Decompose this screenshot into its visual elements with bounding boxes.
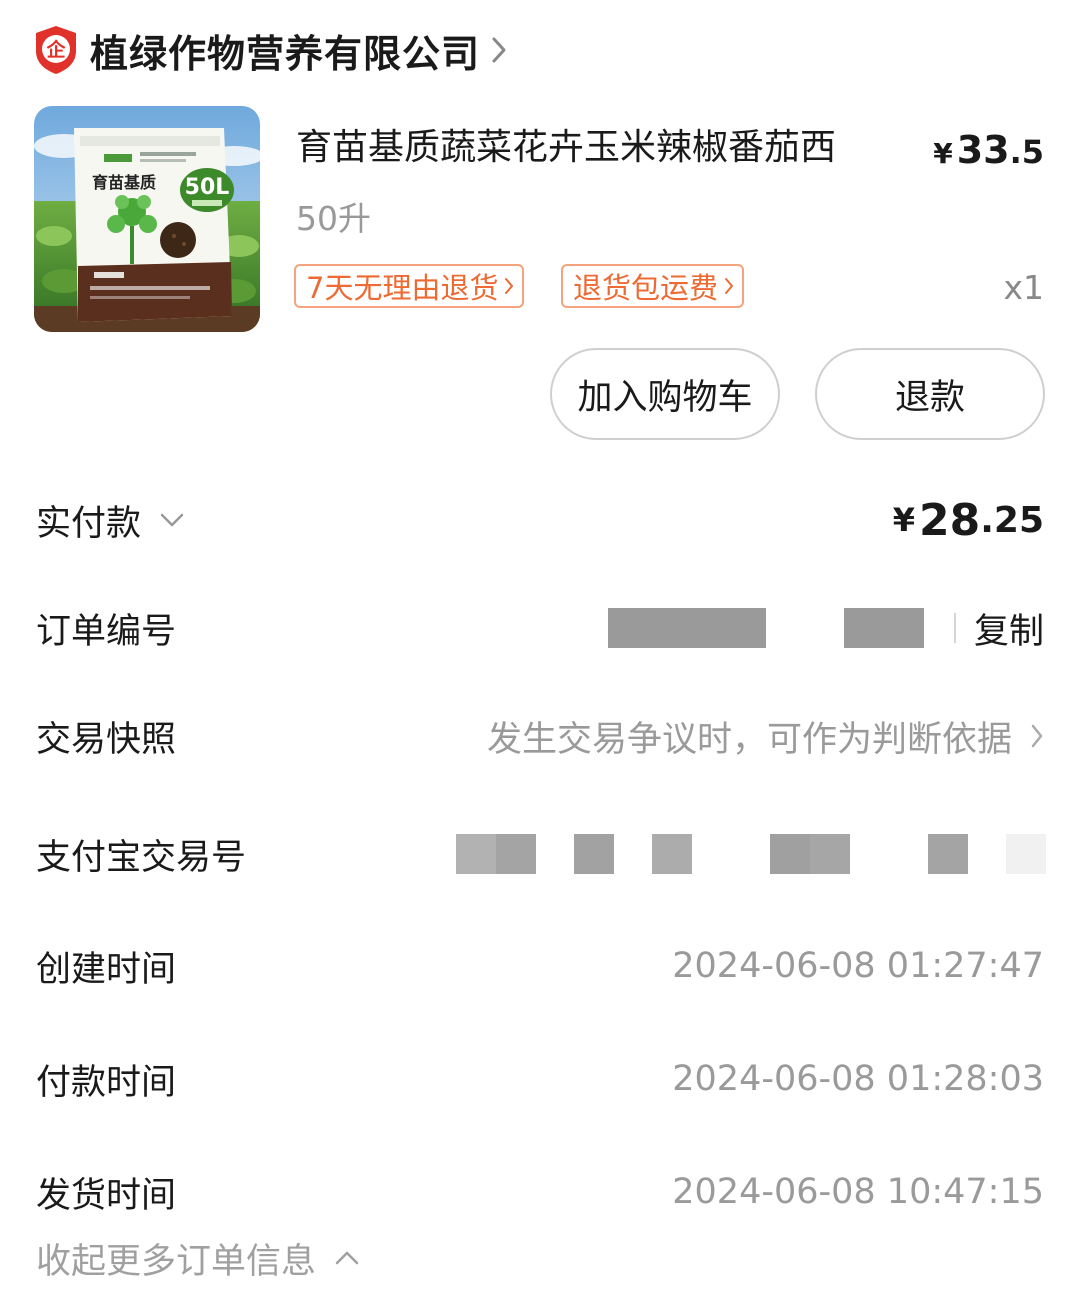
chevron-right-icon xyxy=(725,278,734,294)
product-price: ¥33.5 xyxy=(933,128,1044,172)
shipped-label: 发货时间 xyxy=(36,1175,177,1216)
tag-label: 7天无理由退货 xyxy=(306,271,499,305)
product-quantity: x1 xyxy=(1003,268,1044,307)
snapshot-label: 交易快照 xyxy=(36,719,177,760)
paid-time-label: 付款时间 xyxy=(36,1062,177,1103)
tag-label: 退货包运费 xyxy=(573,271,719,305)
created-value: 2024-06-08 01:27:47 xyxy=(672,946,1044,986)
redacted-block xyxy=(496,834,536,874)
paid-decimal: .25 xyxy=(980,499,1044,541)
enterprise-shield-icon: 企 xyxy=(36,26,76,74)
paid-label-toggle[interactable]: 实付款 xyxy=(36,495,185,546)
price-currency: ¥ xyxy=(933,137,953,170)
redacted-block xyxy=(1006,834,1046,874)
snapshot-value: 发生交易争议时，可作为判断依据 xyxy=(487,711,1044,762)
shop-name: 植绿作物营养有限公司 xyxy=(90,31,481,76)
redacted-block xyxy=(456,834,496,874)
chevron-right-icon xyxy=(505,278,514,294)
paid-currency: ¥ xyxy=(892,501,915,539)
order-number-value: 复制 xyxy=(607,603,1044,654)
chevron-up-icon xyxy=(335,1251,359,1265)
product-title[interactable]: 育苗基质蔬菜花卉玉米辣椒番茄西 xyxy=(296,124,906,172)
copy-separator xyxy=(953,613,956,643)
chevron-right-icon xyxy=(1031,724,1043,748)
redacted-block xyxy=(574,834,614,874)
price-decimal: .5 xyxy=(1009,133,1044,171)
paid-amount: ¥28.25 xyxy=(893,495,1044,546)
collapse-label: 收起更多订单信息 xyxy=(36,1241,317,1282)
snapshot-hint: 发生交易争议时，可作为判断依据 xyxy=(486,719,1012,760)
created-label: 创建时间 xyxy=(36,949,177,990)
row-paid-amount: 实付款 ¥28.25 xyxy=(36,490,1044,550)
row-trade-snapshot[interactable]: 交易快照 发生交易争议时，可作为判断依据 xyxy=(36,706,1044,766)
paid-integer: 28 xyxy=(918,494,981,546)
product-spec: 50升 xyxy=(296,199,371,238)
refund-button[interactable]: 退款 xyxy=(815,348,1045,440)
shop-badge-char: 企 xyxy=(45,38,66,61)
tag-7day-return[interactable]: 7天无理由退货 xyxy=(294,264,525,308)
redacted-block xyxy=(652,834,692,874)
price-integer: 33 xyxy=(956,128,1010,172)
redacted-block xyxy=(770,834,810,874)
shop-header[interactable]: 企 植绿作物营养有限公司 xyxy=(34,22,508,78)
product-image[interactable]: 育苗基质 50L xyxy=(34,106,260,332)
row-order-number: 订单编号 复制 xyxy=(36,598,1044,658)
redacted-block xyxy=(928,834,968,874)
bag-volume: 50L xyxy=(185,175,230,200)
row-created-time: 创建时间 2024-06-08 01:27:47 xyxy=(36,936,1044,996)
alipay-number-label: 支付宝交易号 xyxy=(36,837,247,878)
row-alipay-number: 支付宝交易号 xyxy=(36,824,1046,884)
alipay-number-value xyxy=(456,834,1046,874)
add-to-cart-button[interactable]: 加入购物车 xyxy=(550,348,780,440)
tag-return-shipping[interactable]: 退货包运费 xyxy=(561,264,745,308)
paid-time-value: 2024-06-08 01:28:03 xyxy=(672,1059,1044,1099)
shipped-value: 2024-06-08 10:47:15 xyxy=(672,1172,1044,1212)
row-paid-time: 付款时间 2024-06-08 01:28:03 xyxy=(36,1049,1044,1109)
fertilizer-bag-illustration: 育苗基质 50L xyxy=(34,106,260,332)
row-shipped-time: 发货时间 2024-06-08 10:47:15 xyxy=(36,1162,1044,1222)
order-number-label: 订单编号 xyxy=(36,611,177,652)
chevron-down-icon xyxy=(160,513,184,527)
redacted-block xyxy=(607,608,766,648)
redacted-block xyxy=(810,834,850,874)
collapse-order-info-button[interactable]: 收起更多订单信息 xyxy=(36,1232,360,1284)
redacted-block xyxy=(843,608,924,648)
chevron-right-icon xyxy=(492,37,506,63)
paid-label: 实付款 xyxy=(36,503,142,544)
bag-label: 育苗基质 xyxy=(92,173,156,192)
copy-order-number-button[interactable]: 复制 xyxy=(974,603,1044,654)
